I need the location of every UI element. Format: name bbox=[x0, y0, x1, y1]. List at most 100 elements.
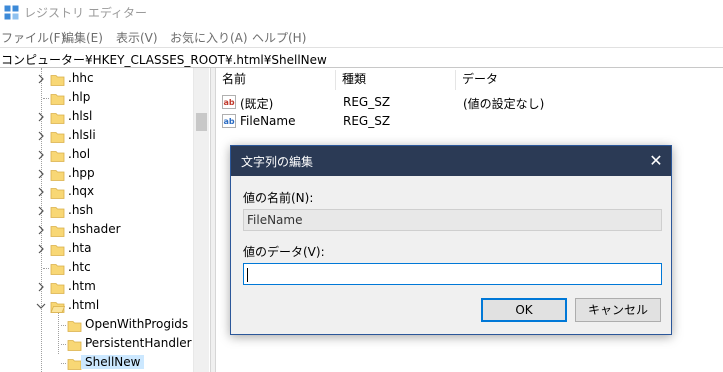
tree-item[interactable]: .hhc bbox=[0, 70, 193, 88]
folder-icon bbox=[50, 280, 65, 295]
chevron-right-icon[interactable] bbox=[36, 73, 46, 85]
string-value-icon: ab bbox=[222, 95, 236, 109]
chevron-right-icon[interactable] bbox=[36, 130, 46, 142]
tree-item-label: .hsh bbox=[68, 203, 94, 218]
folder-icon bbox=[67, 356, 82, 371]
tree-scroll-thumb[interactable] bbox=[196, 113, 207, 131]
tree-scrollbar[interactable] bbox=[193, 68, 209, 372]
string-value-icon: ab bbox=[222, 114, 236, 128]
dialog-title-bar[interactable]: 文字列の編集 ✕ bbox=[231, 146, 671, 176]
tree-item[interactable]: .htm bbox=[0, 278, 193, 296]
folder-icon bbox=[50, 72, 65, 87]
tree-item[interactable]: .hlsl bbox=[0, 108, 193, 126]
value-name-field: FileName bbox=[243, 209, 662, 231]
folder-icon bbox=[50, 148, 65, 163]
column-header-name[interactable]: 名前 bbox=[216, 70, 336, 90]
tree-item[interactable]: .hqx bbox=[0, 183, 193, 201]
chevron-right-icon[interactable] bbox=[36, 111, 46, 123]
tree-item-label: .htm bbox=[68, 278, 96, 293]
folder-icon bbox=[50, 261, 65, 276]
registry-editor-icon bbox=[4, 5, 19, 20]
menu-view[interactable]: 表示(V) bbox=[116, 29, 158, 46]
tree-child-item[interactable]: PersistentHandler bbox=[0, 335, 193, 353]
value-data-input[interactable] bbox=[243, 263, 662, 285]
tree-item[interactable]: .hpp bbox=[0, 165, 193, 183]
tree-item-label: .html bbox=[68, 297, 100, 312]
folder-icon bbox=[50, 242, 65, 257]
chevron-right-icon[interactable] bbox=[36, 224, 46, 236]
tree-item-label: .hol bbox=[68, 146, 91, 161]
tree-item[interactable]: .htc bbox=[0, 259, 193, 277]
menu-bar: ファイル(F) 編集(E) 表示(V) お気に入り(A) ヘルプ(H) bbox=[0, 26, 723, 46]
window-title: レジストリ エディター bbox=[24, 6, 147, 20]
dialog-title: 文字列の編集 bbox=[241, 155, 314, 169]
value-data-label: 値のデータ(V): bbox=[243, 245, 325, 259]
tree-guide-line bbox=[61, 343, 66, 345]
value-name: FileName bbox=[240, 114, 296, 128]
value-name: (既定) bbox=[240, 97, 274, 111]
chevron-right-icon[interactable] bbox=[36, 205, 46, 217]
chevron-right-icon[interactable] bbox=[36, 243, 46, 255]
value-type: REG_SZ bbox=[343, 95, 391, 109]
tree-child-item[interactable]: OpenWithProgids bbox=[0, 316, 193, 334]
tree-item-label: .hshader bbox=[68, 222, 121, 237]
tree-child-item[interactable]: ShellNew bbox=[0, 354, 193, 372]
folder-icon bbox=[50, 167, 65, 182]
tree-item-label: PersistentHandler bbox=[85, 335, 192, 350]
svg-text:ab: ab bbox=[224, 98, 235, 107]
folder-icon bbox=[67, 337, 82, 352]
chevron-down-icon[interactable] bbox=[36, 300, 46, 312]
text-caret bbox=[247, 267, 248, 282]
column-header-data[interactable]: データ bbox=[456, 70, 676, 90]
menu-file[interactable]: ファイル(F) bbox=[1, 29, 65, 46]
list-row[interactable]: ab (既定) REG_SZ (値の設定なし) bbox=[216, 94, 723, 112]
tree-item-label: OpenWithProgids bbox=[85, 316, 189, 331]
menu-edit[interactable]: 編集(E) bbox=[62, 29, 103, 46]
tree-item-label: ShellNew bbox=[81, 354, 145, 369]
menu-help[interactable]: ヘルプ(H) bbox=[252, 29, 306, 46]
folder-icon bbox=[50, 91, 65, 106]
folder-icon bbox=[50, 204, 65, 219]
tree-item-label: .hlp bbox=[68, 89, 91, 104]
chevron-right-icon[interactable] bbox=[36, 281, 46, 293]
tree-item[interactable]: .html bbox=[0, 297, 193, 315]
folder-icon bbox=[50, 185, 65, 200]
address-bar[interactable]: コンピューター¥HKEY_CLASSES_ROOT¥.html¥ShellNew bbox=[0, 47, 723, 68]
key-tree[interactable]: .hhc .hlp .hlsl .hlsli .hol .hpp .hqx .hsh .hsha… bbox=[0, 68, 210, 372]
tree-item[interactable]: .hlp bbox=[0, 89, 193, 107]
tree-item-label: .hlsli bbox=[68, 127, 96, 142]
tree-item-label: .hqx bbox=[68, 184, 95, 199]
tree-item[interactable]: .hsh bbox=[0, 202, 193, 220]
chevron-right-icon[interactable] bbox=[36, 186, 46, 198]
tree-item[interactable]: .hta bbox=[0, 240, 193, 258]
list-row[interactable]: ab FileName REG_SZ bbox=[216, 113, 723, 131]
address-path[interactable]: コンピューター¥HKEY_CLASSES_ROOT¥.html¥ShellNew bbox=[1, 51, 327, 68]
value-name-label: 値の名前(N): bbox=[243, 191, 314, 205]
cancel-button[interactable]: キャンセル bbox=[575, 298, 661, 322]
column-header-type[interactable]: 種類 bbox=[336, 70, 456, 90]
tree-item[interactable]: .hol bbox=[0, 146, 193, 164]
folder-icon bbox=[50, 129, 65, 144]
tree-item-label: .hhc bbox=[68, 71, 94, 85]
tree-guide-line bbox=[43, 268, 49, 269]
tree-item-label: .htc bbox=[68, 260, 91, 274]
svg-text:ab: ab bbox=[224, 117, 235, 126]
tree-guide-line bbox=[43, 97, 49, 99]
folder-icon bbox=[50, 223, 65, 238]
title-bar: レジストリ エディター bbox=[0, 0, 723, 24]
tree-item[interactable]: .hshader bbox=[0, 221, 193, 239]
chevron-right-icon[interactable] bbox=[36, 149, 46, 161]
close-icon[interactable]: ✕ bbox=[641, 146, 671, 176]
value-data: (値の設定なし) bbox=[463, 97, 545, 111]
tree-guide-line bbox=[61, 324, 66, 326]
folder-icon bbox=[67, 318, 82, 333]
menu-favorites[interactable]: お気に入り(A) bbox=[170, 29, 248, 46]
ok-button[interactable]: OK bbox=[481, 298, 567, 322]
tree-item-label: .hlsl bbox=[68, 108, 93, 123]
edit-string-dialog: 文字列の編集 ✕ 値の名前(N): FileName 値のデータ(V): OK … bbox=[230, 145, 672, 335]
value-type: REG_SZ bbox=[343, 114, 391, 128]
tree-item-label: .hpp bbox=[68, 165, 95, 180]
folder-icon bbox=[50, 110, 65, 125]
tree-item[interactable]: .hlsli bbox=[0, 127, 193, 145]
chevron-right-icon[interactable] bbox=[36, 168, 46, 180]
